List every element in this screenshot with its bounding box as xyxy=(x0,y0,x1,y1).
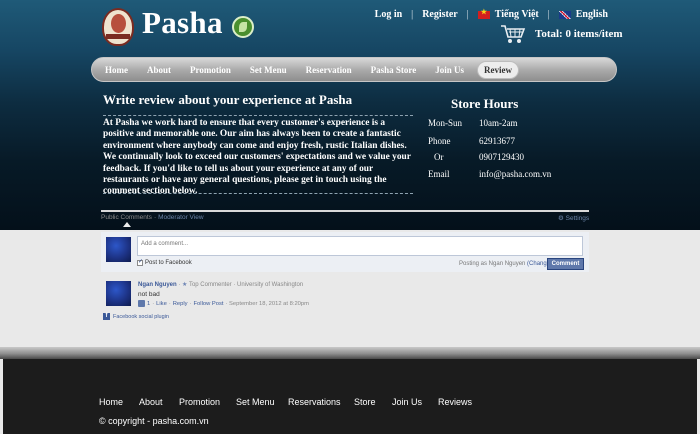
lang-vi-label: Tiếng Việt xyxy=(494,9,539,20)
footer-nav: Home About Promotion Set Menu Reservatio… xyxy=(99,397,472,407)
dot: · xyxy=(189,300,192,307)
alt-phone-value: 0907129430 xyxy=(479,152,524,162)
comment-header: Ngan Nguyen · ★ Top Commenter · Universi… xyxy=(138,281,303,288)
footer-reservations[interactable]: Reservations xyxy=(288,397,354,407)
tab-public-comments[interactable]: Public Comments xyxy=(101,214,152,221)
nav-join-us[interactable]: Join Us xyxy=(429,62,470,78)
alt-phone-label: Or xyxy=(434,152,444,162)
comments-divider xyxy=(101,210,589,212)
comment-text: not bad xyxy=(138,291,160,298)
divider xyxy=(103,115,413,116)
footer-join-us[interactable]: Join Us xyxy=(392,397,438,407)
lang-en-label: English xyxy=(575,9,608,20)
like-count[interactable]: 1 xyxy=(147,301,150,307)
meta-dot: · xyxy=(178,282,181,288)
tab-separator: · xyxy=(153,214,157,221)
shopping-cart-icon[interactable] xyxy=(500,23,526,45)
plugin-label: Facebook social plugin xyxy=(113,313,169,320)
brand-name[interactable]: Pasha xyxy=(142,5,223,41)
posting-as-label: Posting as Ngan Nguyen xyxy=(459,261,526,267)
active-tab-pointer xyxy=(123,222,131,227)
vietnam-flag-icon xyxy=(477,8,490,19)
comment-input[interactable]: Add a comment... xyxy=(137,236,583,256)
post-to-facebook-checkbox[interactable]: Post to Facebook xyxy=(137,258,192,266)
footer-home[interactable]: Home xyxy=(99,397,139,407)
alt-phone-row: Or 0907129430 xyxy=(428,152,524,162)
copyright: © copyright - pasha.com.vn xyxy=(99,416,209,426)
nav-review[interactable]: Review xyxy=(476,60,519,79)
email-row: Email info@pasha.com.vn xyxy=(428,169,551,179)
footer-promotion[interactable]: Promotion xyxy=(179,397,236,407)
like-thumb-icon xyxy=(138,300,145,307)
footer-about[interactable]: About xyxy=(139,397,179,407)
dot: · xyxy=(152,300,155,307)
logo-face xyxy=(111,14,126,33)
commenter-badge: Top Commenter xyxy=(188,282,232,288)
commenter-school: · University of Washington xyxy=(233,282,304,288)
phone-label: Phone xyxy=(428,136,451,146)
separator: | xyxy=(466,9,469,20)
facebook-icon: f xyxy=(103,313,110,320)
post-to-facebook-label: Post to Facebook xyxy=(145,260,192,266)
login-link[interactable]: Log in xyxy=(375,9,403,20)
email-value[interactable]: info@pasha.com.vn xyxy=(479,169,551,179)
hours-value: 10am-2am xyxy=(479,118,518,128)
settings-label: Settings xyxy=(565,215,590,222)
divider xyxy=(103,193,413,194)
nav-set-menu[interactable]: Set Menu xyxy=(244,62,293,78)
comment-date[interactable]: · September 18, 2012 at 8:20pm xyxy=(225,301,308,307)
phone-row: Phone 62913677 xyxy=(428,136,515,146)
like-link[interactable]: Like xyxy=(156,301,167,307)
facebook-plugin-credit[interactable]: f Facebook social plugin xyxy=(103,313,169,320)
separator: | xyxy=(411,9,414,20)
hours-label: Mon-Sun xyxy=(428,118,463,128)
star-icon: ★ xyxy=(182,282,188,288)
main-nav: Home About Promotion Set Menu Reservatio… xyxy=(91,57,617,82)
follow-post-link[interactable]: Follow Post xyxy=(194,301,224,307)
nav-home[interactable]: Home xyxy=(99,62,134,78)
comment-button[interactable]: Comment xyxy=(547,258,584,270)
gear-icon: ⚙ xyxy=(558,215,564,222)
nav-pasha-store[interactable]: Pasha Store xyxy=(365,62,423,78)
store-hours-title: Store Hours xyxy=(451,96,519,111)
comments-tabs: Public Comments · Moderator View xyxy=(101,214,204,221)
footer-reviews[interactable]: Reviews xyxy=(438,397,472,407)
settings-link[interactable]: ⚙ Settings xyxy=(558,214,589,222)
review-title: Write review about your experience at Pa… xyxy=(103,92,353,107)
nav-promotion[interactable]: Promotion xyxy=(184,62,237,78)
dot: · xyxy=(168,300,171,307)
hours-row: Mon-Sun 10am-2am xyxy=(428,118,518,128)
reply-link[interactable]: Reply xyxy=(173,301,188,307)
logo-band xyxy=(106,34,130,39)
top-links: Log in | Register | Tiếng Việt | English xyxy=(375,8,608,20)
separator: | xyxy=(547,9,550,20)
comment-avatar[interactable] xyxy=(106,281,131,306)
comment-actions: 1 · Like · Reply · Follow Post · Septemb… xyxy=(138,300,309,307)
tab-moderator-view[interactable]: Moderator View xyxy=(158,214,203,221)
cart-total[interactable]: Total: 0 items/item xyxy=(535,28,623,40)
phone-value: 62913677 xyxy=(479,136,515,146)
footer-border xyxy=(0,347,700,359)
nav-about[interactable]: About xyxy=(141,62,177,78)
logo-emblem[interactable] xyxy=(102,8,134,46)
avatar xyxy=(106,237,131,262)
email-label: Email xyxy=(428,169,450,179)
review-description: At Pasha we work hard to ensure that eve… xyxy=(103,118,411,197)
lang-vi-link[interactable]: Tiếng Việt xyxy=(477,8,539,20)
lang-en-link[interactable]: English xyxy=(558,9,608,20)
nav-reservation[interactable]: Reservation xyxy=(300,62,358,78)
footer-set-menu[interactable]: Set Menu xyxy=(236,397,288,407)
comment-author[interactable]: Ngan Nguyen xyxy=(138,282,177,288)
checkbox-icon xyxy=(137,258,143,266)
posting-as: Posting as Ngan Nguyen (Change) xyxy=(459,261,552,267)
uk-flag-icon xyxy=(558,10,571,19)
veg-badge-icon xyxy=(232,16,254,38)
footer-store[interactable]: Store xyxy=(354,397,392,407)
register-link[interactable]: Register xyxy=(422,9,458,20)
